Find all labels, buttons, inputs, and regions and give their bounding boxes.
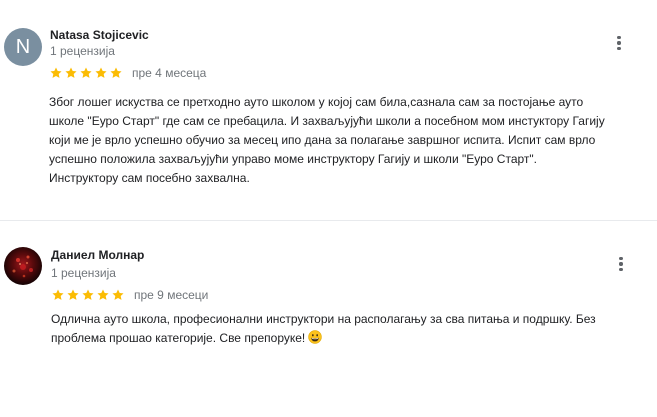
review-text: Одлична ауто школа, професионални инстру… xyxy=(51,310,596,348)
review-text-line: Одлична ауто школа, професионални инстру… xyxy=(51,312,596,326)
star-icon xyxy=(80,67,92,78)
review-text-line: успешно положила захваљујући управо моме… xyxy=(49,152,537,166)
star-icon xyxy=(112,289,124,300)
star-icon xyxy=(67,289,79,300)
review-card: N Natasa Stojicevic 1 рецензија пре 4 ме… xyxy=(0,0,657,220)
rating-row: пре 9 месеци xyxy=(51,288,208,302)
review-text-line: Због лошег искуства се претходно ауто шк… xyxy=(49,95,584,109)
reviewer-name[interactable]: Даниел Молнар xyxy=(51,248,144,262)
star-icon xyxy=(97,289,109,300)
review-text-line-2: проблема прошао категорије. Све препорук… xyxy=(51,329,596,348)
review-time: пре 9 месеци xyxy=(134,288,209,302)
rating-row: пре 4 месеца xyxy=(49,66,206,80)
review-text-line: који ме је врло успешно обучио за месец … xyxy=(49,133,596,147)
star-icon xyxy=(50,67,62,78)
review-text-line: школе "Еуро Старт" где сам се пребацила.… xyxy=(49,114,605,128)
review-text-line: проблема прошао категорије. Све препорук… xyxy=(51,331,306,345)
more-options-icon[interactable] xyxy=(613,254,629,274)
more-options-icon[interactable] xyxy=(611,33,627,53)
avatar-letter: N xyxy=(15,35,31,58)
review-text: Због лошег искуства се претходно ауто шк… xyxy=(49,93,605,188)
review-card: Даниел Молнар 1 рецензија пре 9 месеци О… xyxy=(0,221,657,417)
grinning-face-emoji-icon xyxy=(308,330,322,344)
star-rating xyxy=(51,288,125,302)
star-icon xyxy=(82,289,94,300)
review-text-line: Инструктору сам посебно захвална. xyxy=(49,171,250,185)
avatar-image xyxy=(12,255,33,278)
avatar[interactable] xyxy=(4,247,42,285)
review-count: 1 рецензија xyxy=(50,44,115,58)
star-icon xyxy=(52,289,64,300)
avatar[interactable]: N xyxy=(4,28,42,66)
reviewer-name[interactable]: Natasa Stojicevic xyxy=(50,28,149,42)
review-count: 1 рецензија xyxy=(51,266,116,280)
review-time: пре 4 месеца xyxy=(132,66,207,80)
star-icon xyxy=(95,67,107,78)
star-rating xyxy=(49,66,123,80)
star-icon xyxy=(65,67,77,78)
star-icon xyxy=(110,67,122,78)
